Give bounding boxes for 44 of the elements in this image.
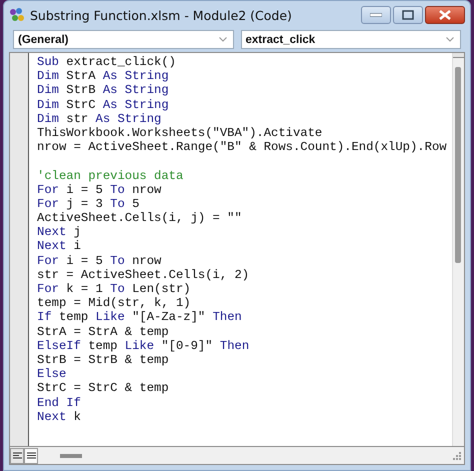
code-line: If temp Like "[A-Za-z]" Then	[37, 310, 243, 325]
code-line: Next k	[37, 410, 82, 424]
code-line: Sub extract_click()	[37, 55, 177, 70]
code-line: Dim StrA As String	[37, 69, 170, 84]
procedure-dropdown[interactable]: extract_click	[240, 30, 461, 49]
code-line: Else	[37, 367, 68, 382]
app-icon	[9, 7, 25, 23]
object-dropdown[interactable]: (General)	[13, 30, 234, 49]
code-line: 'clean previous data	[37, 168, 184, 183]
split-bar[interactable]	[453, 53, 464, 58]
code-line: Dim StrB As String	[37, 83, 170, 98]
lines-icon	[26, 452, 36, 459]
code-line: StrB = StrB & temp	[37, 352, 170, 368]
code-line: For i = 5 To nrow	[37, 182, 162, 197]
code-line: nrow = ActiveSheet.Range("B" & Rows.Count).End(xlUp).Row	[37, 140, 448, 154]
code-line: For k = 1 To Len(str)	[37, 282, 192, 296]
code-line: StrA = StrA & temp	[37, 324, 170, 339]
code-line: ActiveSheet.Cells(i, j) = ""	[37, 211, 243, 226]
code-line: StrC = StrC & temp	[37, 381, 170, 396]
chevron-icon	[218, 37, 226, 42]
code-line: Dim str As String	[37, 112, 162, 126]
code-line: str = ActiveSheet.Cells(i, 2)	[37, 268, 250, 282]
code-line: temp = Mid(str, k, 1)	[37, 296, 192, 310]
code-line: Dim StrC As String	[37, 98, 170, 112]
vertical-scrollbar[interactable]	[452, 53, 464, 446]
procedure-view-button[interactable]	[10, 448, 24, 464]
close-button[interactable]	[425, 6, 465, 24]
code-line: Next i	[37, 239, 82, 254]
maximize-button[interactable]	[393, 6, 423, 24]
resize-grip-icon	[453, 452, 461, 460]
minimize-icon	[370, 13, 382, 17]
chevron-icon	[446, 37, 454, 42]
code-line: For j = 3 To 5	[37, 196, 140, 212]
lines-icon	[12, 452, 22, 459]
close-icon	[439, 10, 451, 20]
module-view-button[interactable]	[24, 448, 38, 464]
code-line: For i = 5 To nrow	[37, 254, 162, 268]
code-line: Next j	[37, 225, 82, 240]
scroll-thumb[interactable]	[455, 67, 461, 263]
window-title: Substring Function.xlsm - Module2 (Code)	[30, 8, 292, 22]
code-line: End If	[37, 396, 82, 410]
code-line: ThisWorkbook.Worksheets("VBA").Activate	[37, 126, 324, 140]
code-line: ElseIf temp Like "[0-9]" Then	[37, 338, 250, 353]
maximize-icon	[402, 10, 414, 20]
